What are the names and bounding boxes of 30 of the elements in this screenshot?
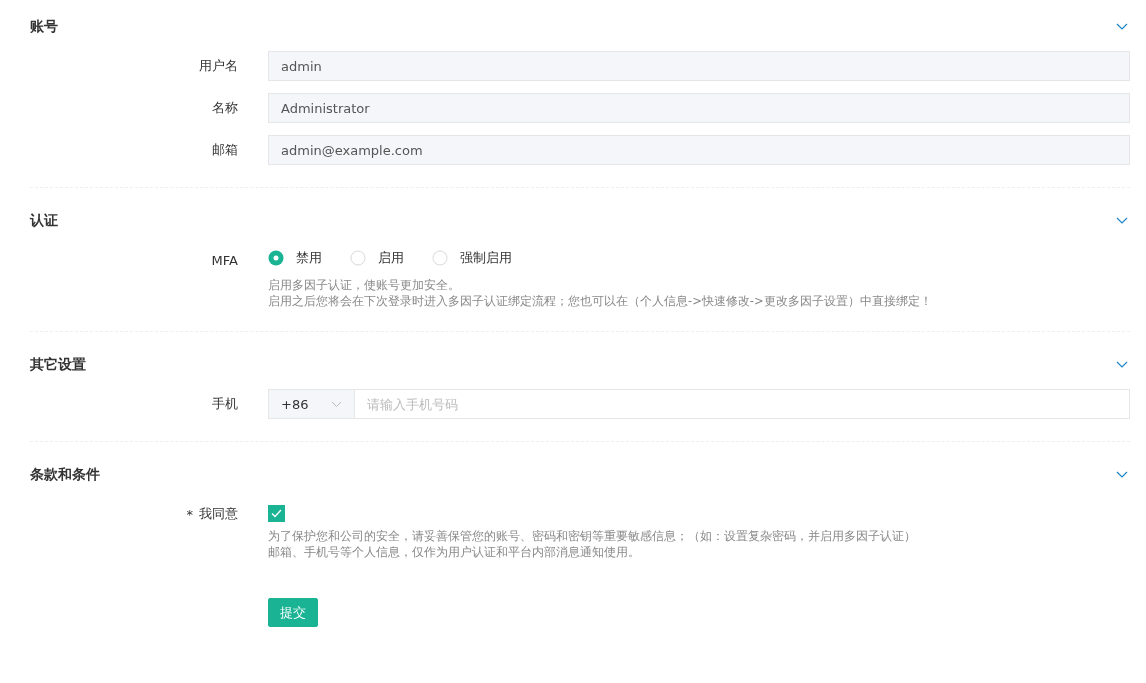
required-mark: * [186, 506, 193, 522]
check-icon [271, 509, 282, 518]
help-text: 为了保护您和公司的安全，请妥善保管您的账号、密码和密钥等重要敏感信息；（如：设置复杂密码，并启用多因子认证） [268, 528, 917, 544]
help-text: 邮箱、手机号等个人信息，仅作为用户认证和平台内部消息通知使用。 [268, 544, 641, 560]
phone-input-field[interactable]: 请输入手机号码 [355, 389, 1130, 419]
chevron-down-icon[interactable] [1116, 217, 1128, 225]
chevron-down-icon[interactable] [1116, 471, 1128, 479]
chevron-down-icon[interactable] [1116, 361, 1128, 369]
radio-option[interactable]: 禁用 [268, 249, 322, 267]
help-text: 启用多因子认证，使账号更加安全。 [268, 277, 461, 293]
checkbox[interactable] [268, 505, 285, 522]
chevron-down-icon[interactable] [1116, 23, 1128, 31]
radio-option[interactable]: 强制启用 [432, 249, 512, 267]
section-title: 其它设置 [30, 356, 86, 374]
radio-icon[interactable] [432, 250, 448, 266]
section-title: 条款和条件 [30, 466, 100, 484]
section-title: 认证 [30, 212, 58, 230]
radio-icon[interactable] [350, 250, 366, 266]
field-label: 邮箱 [212, 141, 238, 159]
section-title: 账号 [30, 18, 58, 36]
field-label: MFA [211, 252, 238, 268]
field-label: 用户名 [199, 57, 238, 75]
field-label: 手机 [212, 395, 238, 413]
field-label: 我同意 [199, 505, 238, 523]
country-code-select[interactable]: +86 [268, 389, 355, 419]
chevron-down-icon [331, 400, 342, 408]
radio-option[interactable]: 启用 [350, 249, 404, 267]
radio-icon[interactable] [268, 250, 284, 266]
help-text: 启用之后您将会在下次登录时进入多因子认证绑定流程；您也可以在（个人信息->快速修改->更改多因子设置）中直接绑定！ [268, 293, 933, 309]
field-label: 名称 [212, 99, 238, 117]
